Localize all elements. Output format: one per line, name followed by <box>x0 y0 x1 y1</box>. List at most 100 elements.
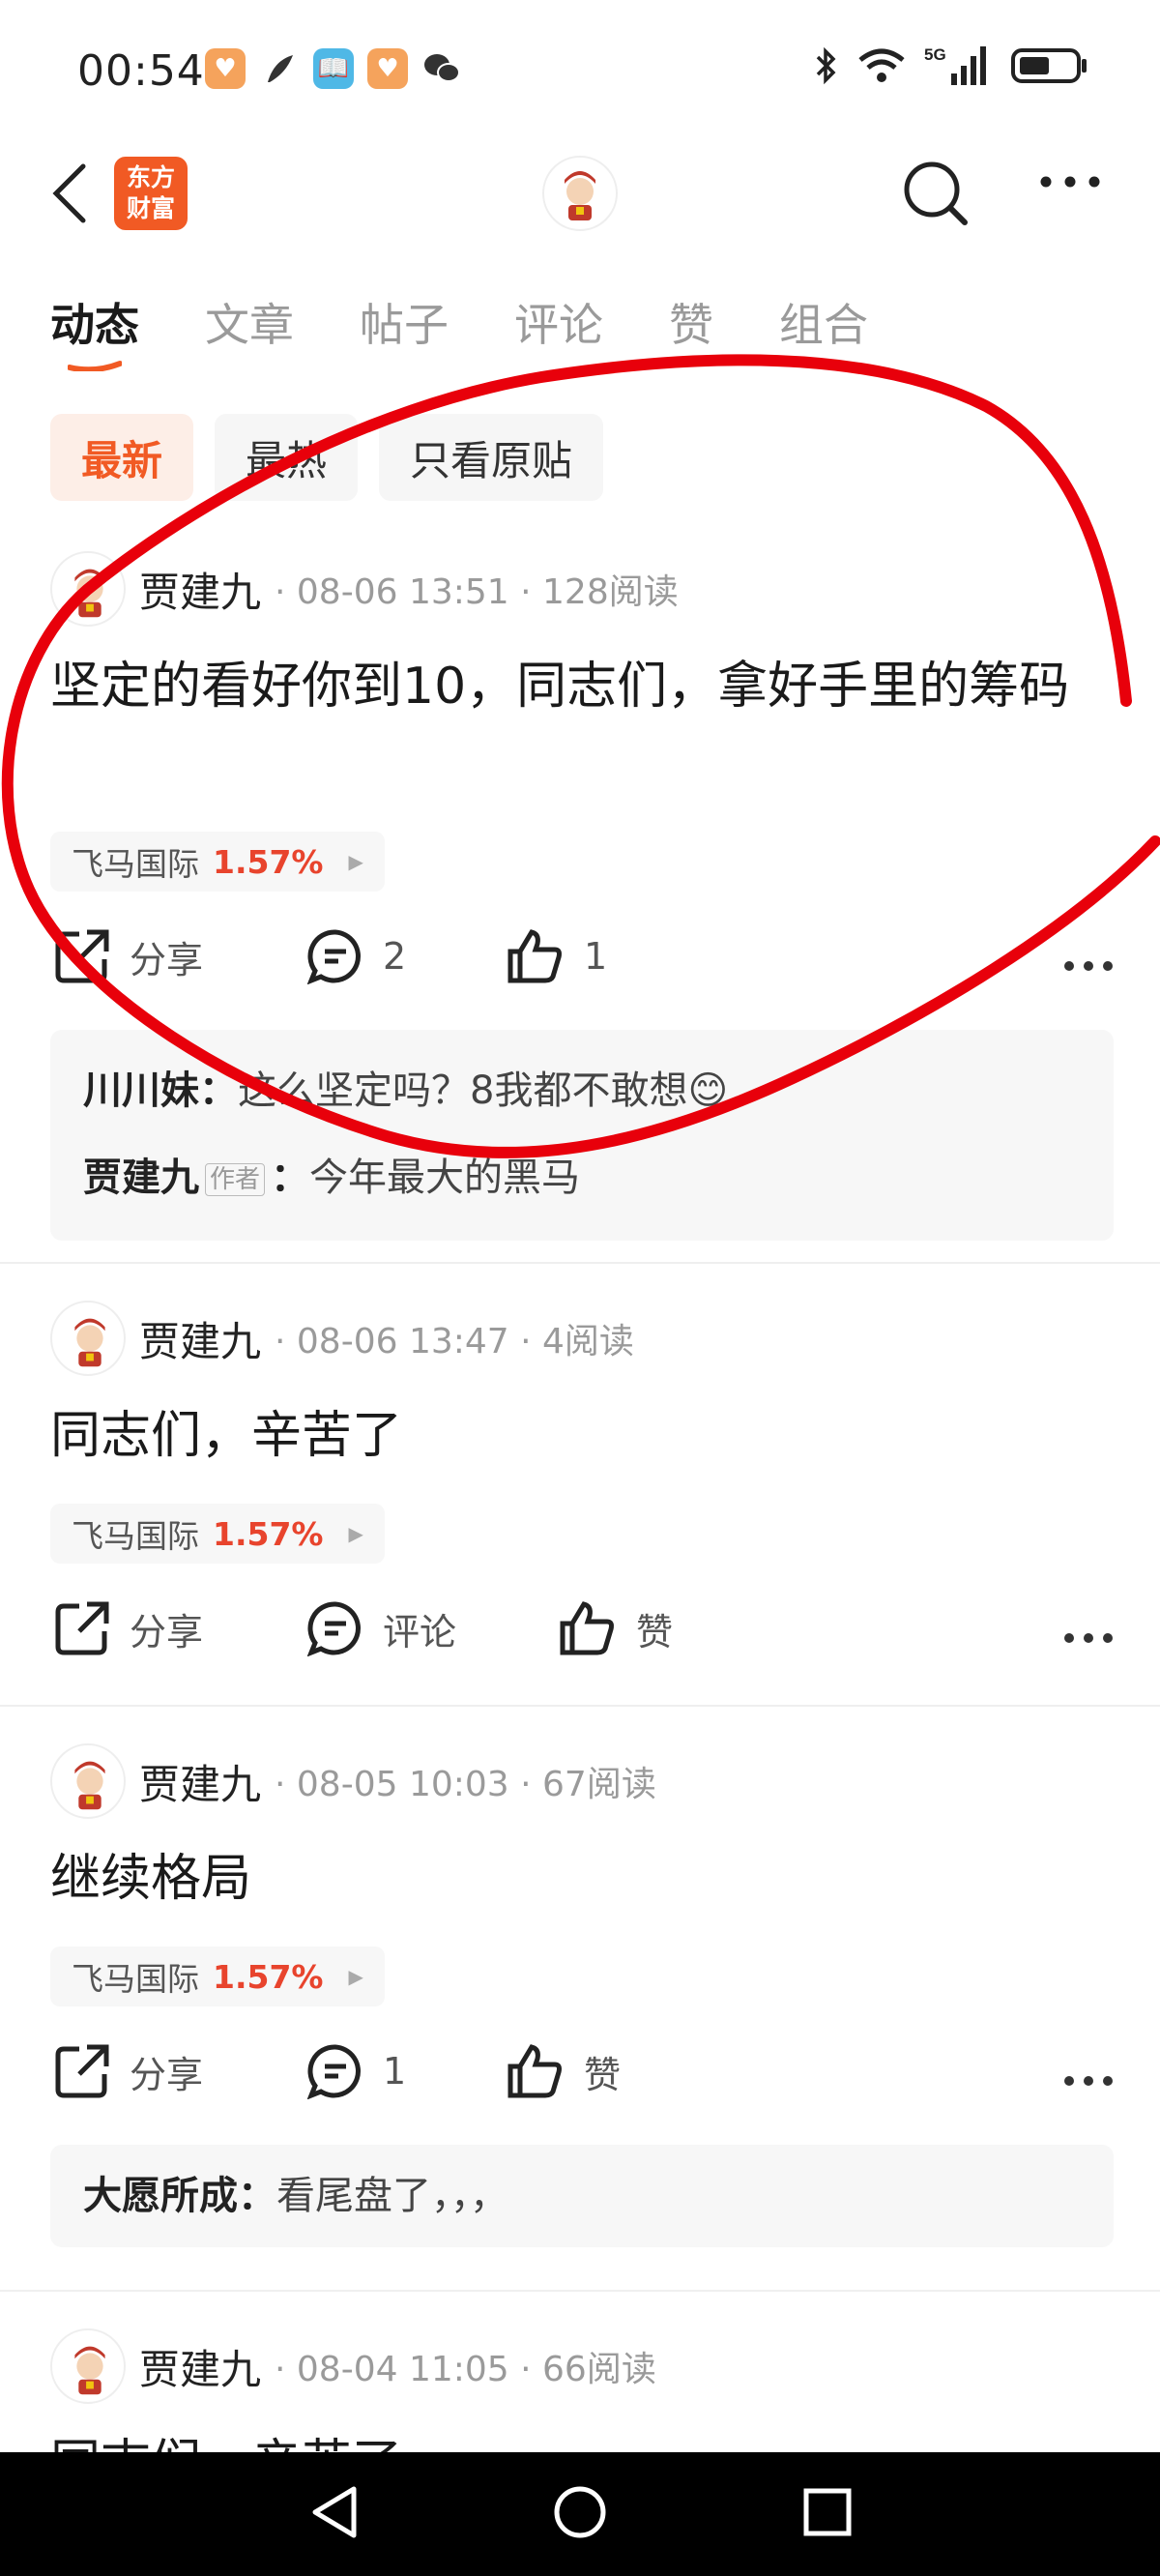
post-actions: 分享 1 赞 <box>50 2043 1114 2121</box>
stock-change: 1.57% <box>213 1957 324 1996</box>
more-horizontal-icon <box>1064 961 1113 971</box>
wifi-icon <box>858 48 905 82</box>
svg-text:5G: 5G <box>924 45 946 64</box>
author-name[interactable]: 贾建九 <box>139 1752 261 1811</box>
nav-home-button[interactable] <box>553 2483 607 2545</box>
nav-recents-button[interactable] <box>800 2483 855 2545</box>
share-button[interactable]: 分享 <box>54 928 203 984</box>
stock-name: 飞马国际 <box>72 845 199 883</box>
tab-likes[interactable]: 赞 <box>669 290 713 354</box>
post-meta: · 08-04 11:05 · 66阅读 <box>275 2350 656 2389</box>
share-icon <box>55 929 109 983</box>
stock-change: 1.57% <box>213 842 324 881</box>
like-button[interactable]: 1 <box>507 928 607 984</box>
comment-item: 贾建九 作者 ：今年最大的黑马 <box>83 1156 581 1200</box>
author-name[interactable]: 贾建九 <box>139 560 261 619</box>
more-horizontal-icon <box>1040 176 1100 188</box>
comment-icon <box>307 1601 361 1656</box>
5g-signal-icon: 5G <box>924 45 986 85</box>
avatar[interactable] <box>50 2328 126 2404</box>
stock-tag[interactable]: 飞马国际 1.57% ▶ <box>50 1947 385 2006</box>
search-icon <box>904 161 968 225</box>
more-horizontal-icon <box>1064 1633 1113 1643</box>
post-card[interactable]: 贾建九 · 08-06 13:51 · 128阅读 坚定的看好你到10，同志们，… <box>0 551 1160 1241</box>
profile-tabs: 动态 文章 帖子 评论 赞 组合 <box>50 290 868 371</box>
feather-app-icon <box>259 48 300 89</box>
author-name[interactable]: 贾建九 <box>139 1309 261 1368</box>
divider <box>0 1705 1160 1707</box>
post-actions: 分享 评论 赞 <box>50 1600 1114 1678</box>
post-actions: 分享 2 1 <box>50 928 1114 1006</box>
search-button[interactable] <box>899 157 972 234</box>
post-text[interactable]: 同志们，辛苦了 <box>50 1397 1114 1475</box>
post-card[interactable]: 贾建九 · 08-04 11:05 · 66阅读 同志们，辛苦了 <box>0 2328 1160 2452</box>
post-more-button[interactable] <box>1063 2072 1114 2091</box>
avatar[interactable] <box>50 551 126 627</box>
post-text[interactable]: 坚定的看好你到10，同志们，拿好手里的筹码 <box>50 648 1114 725</box>
divider <box>0 1262 1160 1264</box>
comment-button[interactable]: 评论 <box>307 1600 456 1656</box>
triangle-right-icon: ▶ <box>348 850 363 873</box>
avatar[interactable] <box>50 1743 126 1819</box>
post-more-button[interactable] <box>1063 1629 1114 1648</box>
share-icon <box>55 2044 109 2098</box>
comment-preview[interactable]: 大愿所成：看尾盘了，，， <box>50 2145 1114 2247</box>
comment-button[interactable]: 1 <box>307 2043 406 2099</box>
thumbs-up-icon <box>508 929 562 983</box>
like-button[interactable]: 赞 <box>559 1600 673 1656</box>
tab-posts[interactable]: 帖子 <box>360 290 449 354</box>
post-more-button[interactable] <box>1063 957 1114 976</box>
post-text[interactable]: 继续格局 <box>50 1840 1114 1917</box>
tab-articles[interactable]: 文章 <box>205 290 294 354</box>
square-recents-icon <box>803 2488 852 2536</box>
post-card[interactable]: 贾建九 · 08-06 13:47 · 4阅读 同志们，辛苦了 飞马国际 1.5… <box>0 1301 1160 1678</box>
post-text[interactable]: 同志们，辛苦了 <box>50 2425 1114 2452</box>
comment-item: 大愿所成：看尾盘了，，， <box>83 2174 508 2218</box>
comment-button[interactable]: 2 <box>307 928 406 984</box>
top-nav-bar: 东方 财富 <box>0 145 1160 242</box>
profile-avatar[interactable] <box>541 155 619 236</box>
post-header: 贾建九 · 08-06 13:51 · 128阅读 <box>50 551 679 627</box>
filter-original-only[interactable]: 只看原贴 <box>379 414 604 501</box>
book-app-icon: 📖 <box>313 48 354 89</box>
triangle-right-icon: ▶ <box>348 1522 363 1545</box>
avatar[interactable] <box>50 1301 126 1376</box>
tab-portfolio[interactable]: 组合 <box>779 290 868 354</box>
notification-icons: ♥ 📖 ♥ <box>205 48 462 89</box>
share-button[interactable]: 分享 <box>54 2043 203 2099</box>
app-logo[interactable]: 东方 财富 <box>114 157 188 230</box>
stock-name: 飞马国际 <box>72 1517 199 1555</box>
share-button[interactable]: 分享 <box>54 1600 203 1656</box>
back-button[interactable] <box>48 162 91 228</box>
triangle-right-icon: ▶ <box>348 1965 363 1988</box>
stock-tag[interactable]: 飞马国际 1.57% ▶ <box>50 832 385 892</box>
more-button[interactable] <box>1039 174 1101 192</box>
clock: 00:54 <box>77 46 205 96</box>
filter-latest[interactable]: 最新 <box>50 414 194 501</box>
nav-back-button[interactable] <box>307 2483 362 2545</box>
post-meta: · 08-06 13:51 · 128阅读 <box>275 572 679 612</box>
post-header: 贾建九 · 08-04 11:05 · 66阅读 <box>50 2328 656 2404</box>
comment-item: 川川妹：这么坚定吗？8我都不敢想😊 <box>83 1068 729 1113</box>
filter-hottest[interactable]: 最热 <box>215 414 359 501</box>
wechat-icon <box>421 48 462 89</box>
like-button[interactable]: 赞 <box>507 2043 621 2099</box>
triangle-back-icon <box>312 2486 357 2538</box>
author-name[interactable]: 贾建九 <box>139 2337 261 2396</box>
tab-dynamic[interactable]: 动态 <box>50 290 139 371</box>
system-navigation-bar <box>0 2452 1160 2576</box>
stock-name: 飞马国际 <box>72 1960 199 1998</box>
post-card[interactable]: 贾建九 · 08-05 10:03 · 67阅读 继续格局 飞马国际 1.57%… <box>0 1743 1160 2266</box>
comment-preview[interactable]: 川川妹：这么坚定吗？8我都不敢想😊 贾建九 作者 ：今年最大的黑马 <box>50 1030 1114 1241</box>
post-meta: · 08-06 13:47 · 4阅读 <box>275 1322 634 1361</box>
sort-filters: 最新 最热 只看原贴 <box>50 414 604 501</box>
post-header: 贾建九 · 08-06 13:47 · 4阅读 <box>50 1301 634 1376</box>
stock-change: 1.57% <box>213 1514 324 1553</box>
tab-comments[interactable]: 评论 <box>514 290 603 354</box>
heart-app-icon: ♥ <box>367 48 408 89</box>
thumbs-up-icon <box>560 1601 614 1655</box>
author-badge: 作者 <box>205 1163 266 1196</box>
bluetooth-icon <box>816 46 836 85</box>
stock-tag[interactable]: 飞马国际 1.57% ▶ <box>50 1504 385 1564</box>
divider <box>0 2290 1160 2292</box>
